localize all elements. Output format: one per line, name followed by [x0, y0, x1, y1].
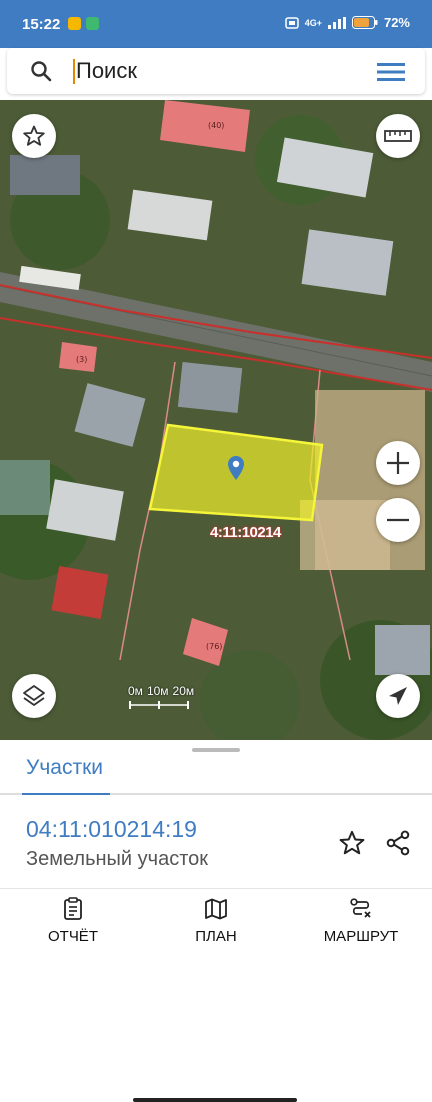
home-indicator[interactable] — [133, 1098, 297, 1102]
zoom-out-button[interactable] — [376, 498, 420, 542]
search-input[interactable] — [73, 55, 356, 87]
map-icon — [205, 898, 227, 920]
zoom-in-icon — [387, 452, 409, 474]
map-scale: 0м 10м 20м — [128, 684, 194, 712]
star-icon — [23, 125, 45, 146]
parcel-type: Земельный участок — [26, 848, 209, 870]
parcel-cadastral-number[interactable]: 04:11:010214:19 — [26, 816, 197, 843]
layers-icon — [23, 685, 45, 706]
search-icon[interactable] — [29, 59, 53, 83]
nav-report-label: ОТЧЁТ — [47, 928, 98, 945]
tab-parcels[interactable]: Участки — [26, 756, 103, 780]
signal-icon — [327, 16, 346, 29]
star-icon[interactable] — [338, 829, 366, 857]
battery-icon — [351, 16, 378, 29]
scale-label: 0м — [128, 684, 143, 698]
network-type: 4G+ — [304, 17, 322, 28]
locate-button[interactable] — [376, 674, 420, 718]
building-label: (40) — [208, 121, 224, 130]
parcel-map-label: 4:11:10214 — [210, 524, 281, 541]
app-notification-icon — [68, 17, 81, 30]
status-bar: 15:22 4G+ 72% — [0, 0, 432, 48]
favorite-map-button[interactable] — [12, 114, 56, 158]
building-label: (76) — [206, 642, 222, 651]
status-time: 15:22 — [22, 16, 61, 33]
map-pin-icon[interactable] — [227, 455, 245, 481]
nav-plan[interactable]: ПЛАН — [186, 897, 246, 945]
nav-route-label: МАРШРУТ — [323, 928, 399, 945]
scale-label: 20м — [172, 684, 195, 698]
status-indicators: 4G+ 72% — [284, 15, 410, 30]
locate-icon — [389, 687, 407, 705]
alarm-icon — [284, 16, 299, 29]
share-icon[interactable] — [384, 829, 412, 857]
building-label: (3) — [76, 355, 87, 364]
nav-report[interactable]: ОТЧЁТ — [44, 897, 102, 945]
scale-bar — [129, 701, 189, 709]
route-icon — [350, 898, 371, 918]
zoom-in-button[interactable] — [376, 441, 420, 485]
nav-plan-label: ПЛАН — [195, 928, 237, 945]
parcel-bottom-sheet: Участки 04:11:010214:19 Земельный участо… — [0, 740, 432, 1102]
scale-label: 10м — [146, 684, 169, 698]
ruler-icon — [384, 130, 412, 142]
layers-button[interactable] — [12, 674, 56, 718]
satellite-imagery: (40) (3) (76) — [0, 100, 432, 740]
report-icon — [64, 897, 82, 920]
measure-button[interactable] — [376, 114, 420, 158]
map-view[interactable]: (40) (3) (76) 4:11:10214 0м 10м 20м — [0, 100, 432, 740]
menu-icon[interactable] — [377, 62, 405, 82]
tab-active-indicator — [22, 793, 110, 795]
zoom-out-icon — [387, 518, 409, 522]
bottom-navigation: ОТЧЁТ ПЛАН МАРШРУТ — [0, 888, 432, 1102]
nav-route[interactable]: МАРШРУТ — [318, 897, 404, 945]
app-notification-icon — [86, 17, 99, 30]
sheet-drag-handle[interactable] — [192, 748, 240, 752]
battery-percent: 72% — [383, 15, 410, 30]
search-bar — [7, 48, 425, 94]
